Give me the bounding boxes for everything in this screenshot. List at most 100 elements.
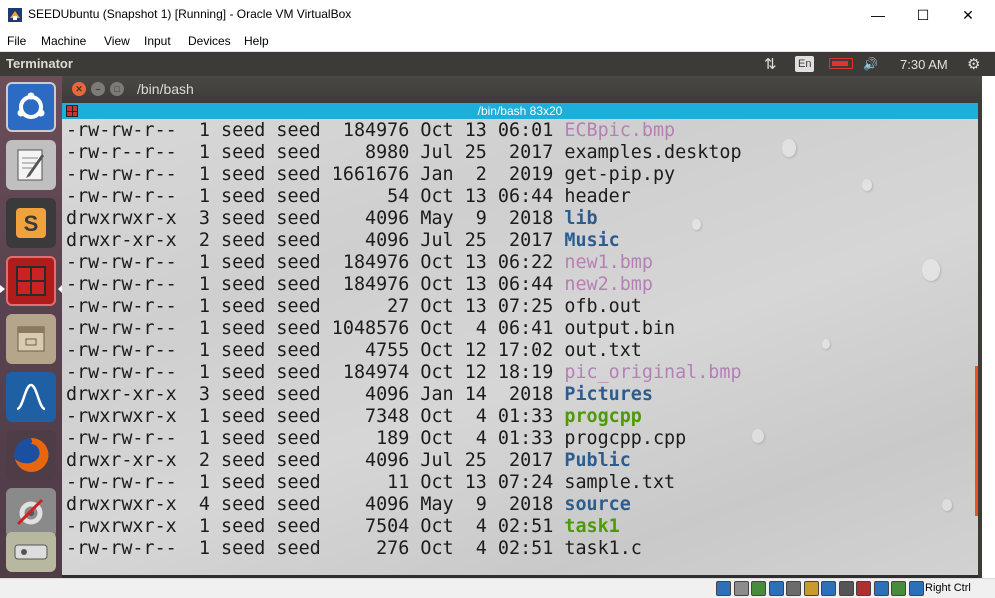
listing-links: 2 [187,450,210,471]
listing-group: seed [276,120,321,141]
running-indicator [0,285,5,293]
listing-filename: get-pip.py [564,164,676,185]
listing-perm: -rw-rw-r-- [66,120,177,141]
clock[interactable]: 7:30 AM [900,55,948,73]
listing-size: 11 [331,472,410,493]
listing-filename: ECBpic.bmp [564,120,676,141]
listing-owner: seed [221,428,266,449]
terminator-icon[interactable] [6,256,56,306]
listing-month: Oct [420,428,454,449]
listing-month: Oct [420,516,454,537]
listing-line: -rw-rw-r-- 1 seed seed 189 Oct 4 01:33 p… [66,428,742,450]
audio-icon[interactable] [751,581,766,596]
maximize-window-icon[interactable]: □ [110,82,124,96]
battery-icon[interactable] [829,58,853,69]
menu-machine[interactable]: Machine [41,34,86,48]
listing-line: -rw-rw-r-- 1 seed seed 184976 Oct 13 06:… [66,252,742,274]
listing-line: -rw-r--r-- 1 seed seed 8980 Jul 25 2017 … [66,142,742,164]
listing-time: 06:41 [497,318,554,339]
minimize-window-icon[interactable]: – [91,82,105,96]
listing-owner: seed [221,120,266,141]
listing-group: seed [276,428,321,449]
directory-listing: -rw-rw-r-- 1 seed seed 184976 Oct 13 06:… [66,120,742,560]
disk-drive-icon[interactable] [6,532,56,572]
shared-folders-icon[interactable] [803,581,819,596]
listing-day: 14 [464,384,487,405]
listing-line: -rw-rw-r-- 1 seed seed 184976 Oct 13 06:… [66,274,742,296]
listing-size: 4096 [331,450,410,471]
menu-devices[interactable]: Devices [188,34,231,48]
listing-line: -rw-rw-r-- 1 seed seed 11 Oct 13 07:24 s… [66,472,742,494]
listing-filename: Music [564,230,620,251]
menu-input[interactable]: Input [144,34,171,48]
listing-month: Oct [420,362,454,383]
listing-line: -rw-rw-r-- 1 seed seed 1048576 Oct 4 06:… [66,318,742,340]
text-editor-icon[interactable] [6,140,56,190]
file-manager-icon[interactable] [6,314,56,364]
listing-size: 1661676 [331,164,410,185]
listing-line: drwxr-xr-x 2 seed seed 4096 Jul 25 2017 … [66,450,742,472]
wireshark-icon[interactable] [6,372,56,422]
video-capture-icon[interactable] [838,581,854,596]
listing-filename: out.txt [564,340,642,361]
mouse-integration-icon[interactable] [908,581,924,596]
listing-day: 4 [464,406,487,427]
listing-month: Oct [420,406,454,427]
listing-time: 2017 [497,230,554,251]
close-button[interactable]: ✕ [945,0,991,30]
sublime-text-icon[interactable]: S [6,198,56,248]
listing-perm: -rwxrwxr-x [66,516,177,537]
hard-disk-icon[interactable] [716,581,731,596]
close-window-icon[interactable]: ✕ [72,82,86,96]
minimize-button[interactable]: — [855,0,901,30]
listing-perm: drwxrwxr-x [66,494,177,515]
maximize-button[interactable]: ☐ [900,0,946,30]
background-droplet [922,259,940,281]
ubuntu-top-panel: Terminator ⇅ En 🔊 7:30 AM ⚙ [0,52,995,76]
listing-day: 25 [464,142,487,163]
listing-day: 13 [464,120,487,141]
usb-icon[interactable] [786,581,801,596]
listing-group: seed [276,318,321,339]
virtualization-icon[interactable] [873,581,889,596]
listing-month: May [420,208,454,229]
listing-perm: -rw-rw-r-- [66,340,177,361]
menu-help[interactable]: Help [244,34,269,48]
listing-time: 06:01 [497,120,554,141]
listing-group: seed [276,406,321,427]
listing-owner: seed [221,274,266,295]
volume-icon[interactable]: 🔊 [863,55,878,73]
system-settings-icon[interactable] [6,488,56,538]
listing-group: seed [276,252,321,273]
guest-additions-icon[interactable] [891,581,906,596]
listing-owner: seed [221,362,266,383]
network-icon[interactable]: ⇅ [764,55,777,73]
listing-links: 1 [187,516,210,537]
listing-time: 17:02 [497,340,554,361]
menu-file[interactable]: File [7,34,26,48]
listing-time: 07:24 [497,472,554,493]
listing-links: 4 [187,494,210,515]
listing-owner: seed [221,450,266,471]
firefox-icon[interactable] [6,430,56,480]
listing-owner: seed [221,142,266,163]
display-icon[interactable] [821,581,836,596]
listing-owner: seed [221,252,266,273]
listing-size: 184976 [331,120,410,141]
listing-links: 1 [187,428,210,449]
listing-month: Jan [420,164,454,185]
language-indicator[interactable]: En [795,56,815,72]
network-icon[interactable] [768,581,784,596]
listing-perm: -rw-rw-r-- [66,252,177,273]
recording-icon[interactable] [856,581,871,596]
listing-filename: task1.c [564,538,642,559]
menu-view[interactable]: View [104,34,130,48]
listing-perm: drwxr-xr-x [66,450,177,471]
optical-drive-icon[interactable] [733,581,749,596]
ubuntu-dash-icon[interactable] [6,82,56,132]
listing-month: Jul [420,142,454,163]
listing-day: 13 [464,472,487,493]
listing-perm: -rw-rw-r-- [66,296,177,317]
terminal-body[interactable]: -rw-rw-r-- 1 seed seed 184976 Oct 13 06:… [62,119,978,575]
settings-gear-icon[interactable]: ⚙ [967,55,980,73]
